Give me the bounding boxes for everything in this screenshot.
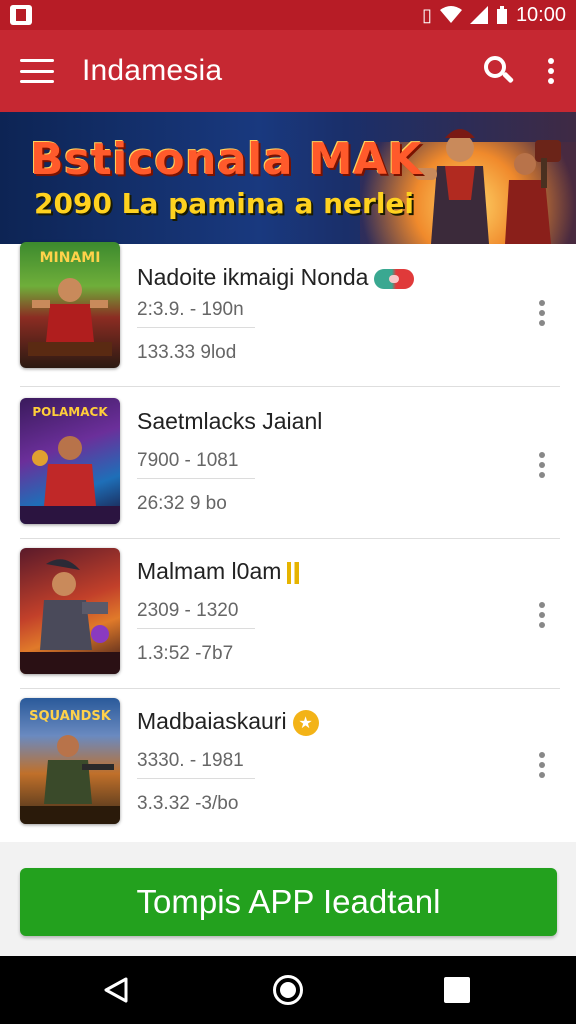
item-title-row: Madbaiaskauri ★ — [137, 708, 319, 736]
item-meta-1: 3330. - 1981 — [137, 750, 244, 771]
app-thumbnail: SQUANDSK — [20, 698, 120, 824]
thumb-logo-text: SQUANDSK — [29, 709, 112, 724]
overflow-menu-icon[interactable] — [546, 58, 556, 84]
search-icon[interactable] — [482, 54, 516, 88]
app-thumbnail — [20, 548, 120, 674]
item-title: Nadoite ikmaigi Nonda — [137, 264, 369, 290]
thumb-logo-text: POLAMACK — [32, 405, 108, 419]
item-meta-1: 2:3.9. - 190n — [137, 299, 244, 320]
back-icon[interactable] — [102, 976, 130, 1004]
item-title-row: Saetmlacks Jaianl — [137, 408, 322, 435]
notification-icon — [10, 5, 32, 25]
app-thumbnail: POLAMACK — [20, 398, 120, 524]
app-title: Indamesia — [82, 54, 223, 87]
pill-icon — [374, 268, 415, 289]
banner-hero-illustration — [415, 129, 489, 244]
signal-icon — [469, 6, 488, 24]
item-more-icon[interactable] — [538, 300, 546, 326]
banner-title: Bsticonala MAK — [30, 134, 423, 185]
banner-subtitle: 2090 La pamina a nerlei — [34, 187, 415, 220]
item-title: Saetmlacks Jaianl — [137, 408, 323, 434]
app-thumbnail: MINAMI — [20, 242, 120, 368]
vibrate-icon: ▯ — [422, 5, 432, 25]
gold-bars-icon — [287, 561, 302, 584]
hamburger-menu-icon[interactable] — [20, 59, 54, 83]
recent-apps-icon[interactable] — [444, 977, 470, 1003]
item-inner-divider — [137, 478, 255, 479]
item-meta-2: 3.3.32 -3/bo — [137, 793, 239, 814]
status-icons: ▯ 10:00 — [422, 4, 566, 27]
row-divider — [20, 386, 560, 387]
list-item[interactable]: MINAMI Nadoite ikmaigi Nonda 2:3.9. - 19… — [0, 242, 576, 394]
item-more-icon[interactable] — [538, 752, 546, 778]
item-more-icon[interactable] — [538, 452, 546, 478]
install-app-button[interactable]: Tompis APP Ieadtanl — [20, 868, 557, 936]
item-title-row: Malmam l0am — [137, 558, 302, 585]
battery-icon — [496, 6, 507, 24]
clock: 10:00 — [515, 3, 566, 26]
list-item[interactable]: Malmam l0am 2309 - 1320 1.3:52 -7b7 — [0, 544, 576, 694]
item-meta-1: 2309 - 1320 — [137, 600, 239, 621]
status-bar: ▯ 10:00 — [0, 0, 576, 30]
thumb-logo-text: MINAMI — [40, 250, 101, 266]
app-list: MINAMI Nadoite ikmaigi Nonda 2:3.9. - 19… — [0, 242, 576, 844]
item-inner-divider — [137, 628, 255, 629]
promo-banner[interactable]: Bsticonala MAK 2090 La pamina a nerlei — [0, 112, 576, 244]
item-inner-divider — [137, 778, 255, 779]
item-title: Malmam l0am — [137, 558, 282, 584]
item-title: Madbaiaskauri — [137, 708, 287, 734]
item-meta-2: 133.33 9lod — [137, 342, 237, 363]
row-divider — [20, 688, 560, 689]
item-title-row: Nadoite ikmaigi Nonda — [137, 264, 415, 291]
star-icon: ★ — [292, 709, 319, 736]
row-divider — [20, 538, 560, 539]
list-item[interactable]: POLAMACK Saetmlacks Jaianl 7900 - 1081 2… — [0, 394, 576, 544]
system-nav-bar — [0, 956, 576, 1024]
home-icon[interactable] — [273, 975, 303, 1005]
list-item[interactable]: SQUANDSK Madbaiaskauri ★ 3330. - 1981 3.3… — [0, 694, 576, 844]
item-meta-2: 1.3:52 -7b7 — [137, 643, 234, 664]
item-meta-1: 7900 - 1081 — [137, 450, 239, 471]
item-inner-divider — [137, 327, 255, 328]
wifi-icon — [439, 6, 462, 23]
item-meta-2: 26:32 9 bo — [137, 493, 227, 514]
app-bar: Indamesia — [0, 30, 576, 112]
banner-warrior-illustration — [505, 140, 561, 244]
item-more-icon[interactable] — [538, 602, 546, 628]
